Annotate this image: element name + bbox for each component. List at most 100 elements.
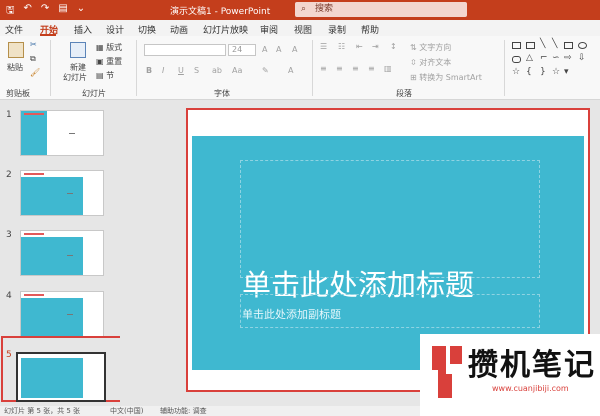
star-shape-icon[interactable]: ☆ — [512, 67, 520, 77]
increase-indent-icon[interactable]: ⇥ — [372, 42, 379, 51]
layout-button[interactable]: ▦ 版式 — [96, 42, 122, 53]
slide-dash — [67, 314, 73, 315]
search-input[interactable]: ⌕ 搜索 — [295, 2, 467, 17]
title-placeholder[interactable] — [240, 160, 540, 278]
line-spacing-icon[interactable]: ↕ — [390, 42, 397, 51]
tab-design[interactable]: 设计 — [106, 23, 124, 36]
font-name-select[interactable] — [144, 44, 226, 56]
rectangle-shape-icon[interactable] — [564, 42, 573, 49]
customize-qat-icon[interactable]: ⌄ — [77, 3, 85, 20]
columns-icon[interactable]: ▥ — [384, 64, 392, 73]
tab-view[interactable]: 视图 — [294, 23, 312, 36]
bullets-icon[interactable]: ☰ — [320, 42, 327, 51]
line-shape-icon[interactable]: ╲ — [540, 39, 545, 49]
brace-right-shape-icon[interactable]: } — [540, 67, 546, 77]
watermark: 攒机笔记 www.cuanjibiji.com — [420, 334, 600, 416]
oval-shape-icon[interactable] — [578, 42, 587, 49]
text-direction-icon: ⇅ — [410, 43, 420, 52]
slide-dash — [69, 133, 75, 134]
star-shape-icon[interactable]: ☆ — [552, 67, 560, 77]
new-slide-icon[interactable] — [70, 42, 86, 58]
vertical-textbox-shape-icon[interactable] — [526, 42, 535, 49]
align-center-icon[interactable]: ≡ — [336, 64, 343, 73]
copy-icon[interactable]: ⧉ — [30, 54, 36, 64]
undo-icon[interactable]: ↶ — [24, 3, 32, 20]
slide-teal-block — [21, 358, 83, 398]
underline-button[interactable]: U — [178, 66, 184, 75]
slide-thumbnail-3[interactable] — [20, 230, 104, 276]
tab-insert[interactable]: 插入 — [74, 23, 92, 36]
char-spacing-icon[interactable]: ab — [212, 66, 222, 75]
tab-review[interactable]: 审阅 — [260, 23, 278, 36]
section-button[interactable]: ▤ 节 — [96, 70, 114, 81]
align-right-icon[interactable]: ≡ — [352, 64, 359, 73]
reset-icon: ▣ — [96, 57, 107, 66]
slide-thumbnail-1[interactable] — [20, 110, 104, 156]
cut-icon[interactable]: ✂ — [30, 40, 37, 49]
curved-connector-icon[interactable]: ∽ — [552, 53, 560, 63]
more-shapes-icon[interactable]: ▾ — [564, 67, 569, 77]
change-case-icon[interactable]: Aa — [232, 66, 242, 75]
redo-icon[interactable]: ↷ — [41, 3, 49, 20]
watermark-logo-icon — [432, 346, 462, 398]
align-text-button[interactable]: ⇳ 对齐文本 — [410, 57, 451, 68]
clear-format-icon[interactable]: A — [292, 45, 297, 54]
down-arrow-shape-icon[interactable]: ⇩ — [578, 53, 586, 63]
tab-animations[interactable]: 动画 — [170, 23, 188, 36]
paste-icon[interactable] — [8, 42, 24, 58]
accessibility-status[interactable]: 辅助功能: 调查 — [160, 406, 207, 416]
slide-title-text — [24, 173, 44, 175]
tab-transitions[interactable]: 切换 — [138, 23, 156, 36]
tab-slideshow[interactable]: 幻灯片放映 — [203, 23, 248, 36]
numbering-icon[interactable]: ☷ — [338, 42, 345, 51]
tab-record[interactable]: 录制 — [328, 23, 346, 36]
slide-number: 5 — [6, 350, 12, 360]
strikethrough-button[interactable]: S — [194, 66, 199, 75]
triangle-shape-icon[interactable]: △ — [526, 53, 533, 63]
slide-title-text — [24, 233, 44, 235]
bold-button[interactable]: B — [146, 66, 152, 75]
smartart-button[interactable]: ⊞ 转换为 SmartArt — [410, 72, 482, 83]
rounded-rect-shape-icon[interactable] — [512, 56, 521, 63]
language-status[interactable]: 中文(中国) — [110, 406, 143, 416]
slide-thumbnail-4[interactable] — [20, 291, 104, 337]
tab-help[interactable]: 帮助 — [361, 23, 379, 36]
arrow-shape-icon[interactable]: ╲ — [552, 39, 557, 49]
window-title: 演示文稿1 - PowerPoint — [170, 7, 271, 17]
format-painter-icon[interactable]: 🖌 — [30, 68, 40, 77]
watermark-title: 攒机笔记 — [468, 348, 596, 383]
section-icon: ▤ — [96, 71, 107, 80]
font-color-icon[interactable]: A — [288, 66, 293, 75]
smartart-icon: ⊞ — [410, 73, 420, 82]
decrease-indent-icon[interactable]: ⇤ — [356, 42, 363, 51]
decrease-font-icon[interactable]: A — [276, 45, 281, 54]
present-icon[interactable]: ▤ — [58, 3, 67, 20]
ribbon: 粘贴 ✂ ⧉ 🖌 剪贴板 新建 幻灯片 ▦ 版式 ▣ 重置 ▤ 节 幻灯片 24… — [0, 36, 600, 100]
paste-button[interactable]: 粘贴 — [7, 62, 23, 73]
layout-icon: ▦ — [96, 43, 107, 52]
slide-thumbnail-5[interactable] — [16, 352, 106, 402]
justify-icon[interactable]: ≡ — [368, 64, 375, 73]
right-arrow-shape-icon[interactable]: ⇨ — [564, 53, 572, 63]
textbox-shape-icon[interactable] — [512, 42, 521, 49]
save-icon[interactable]: 🖫 — [6, 3, 15, 20]
italic-button[interactable]: I — [162, 66, 164, 75]
text-direction-button[interactable]: ⇅ 文字方向 — [410, 42, 451, 53]
reset-button[interactable]: ▣ 重置 — [96, 56, 122, 67]
tab-file[interactable]: 文件 — [5, 23, 23, 36]
font-size-select[interactable]: 24 — [228, 44, 256, 56]
slides-group-label: 幻灯片 — [82, 89, 106, 98]
elbow-connector-icon[interactable]: ⌐ — [540, 53, 548, 63]
ribbon-tabs: 文件 开始 插入 设计 切换 动画 幻灯片放映 审阅 视图 录制 帮助 — [0, 20, 600, 36]
brace-shape-icon[interactable]: { — [526, 67, 532, 77]
slide-count-status: 幻灯片 第 5 张，共 5 张 — [4, 407, 81, 415]
highlight-icon[interactable]: ✎ — [262, 66, 269, 75]
group-separator — [136, 40, 137, 96]
align-left-icon[interactable]: ≡ — [320, 64, 327, 73]
slide-dash — [67, 193, 73, 194]
new-slide-label-2[interactable]: 幻灯片 — [63, 72, 87, 83]
increase-font-icon[interactable]: A — [262, 45, 267, 54]
clipboard-group-label: 剪贴板 — [6, 89, 30, 98]
slide-thumbnail-2[interactable] — [20, 170, 104, 216]
slide-subtitle[interactable]: 单击此处添加副标题 — [242, 306, 341, 322]
